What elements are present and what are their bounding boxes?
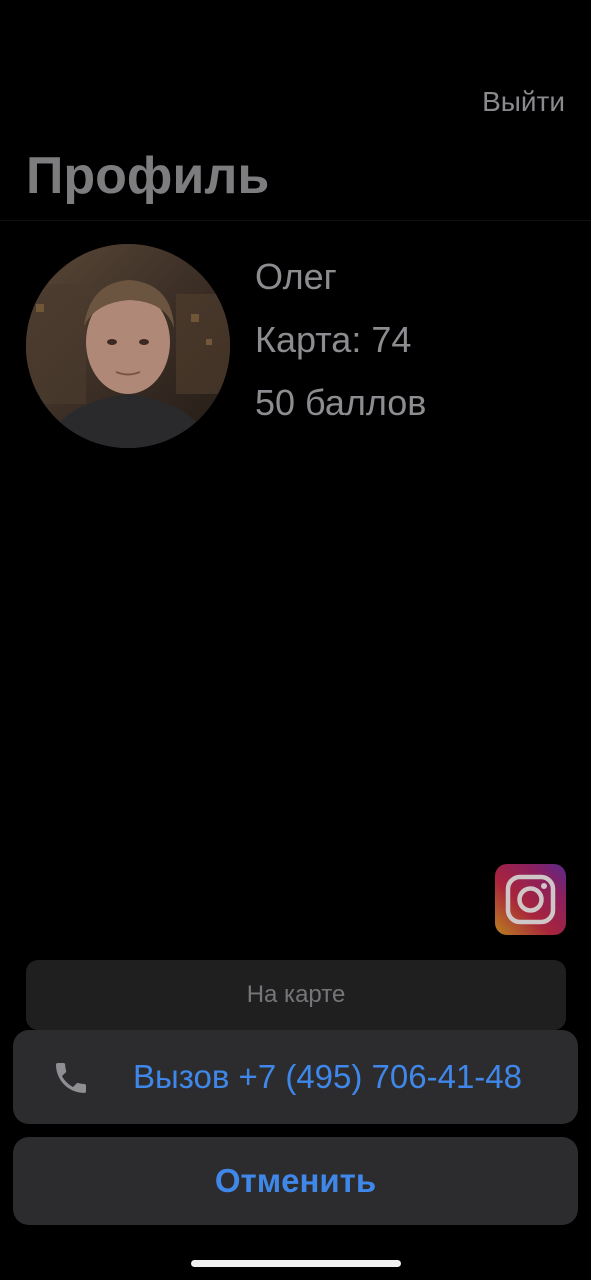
profile-points: 50 баллов bbox=[255, 382, 427, 423]
profile-card-number: Карта: 74 bbox=[255, 319, 412, 360]
instagram-icon[interactable] bbox=[495, 864, 566, 935]
call-label: Вызов +7 (495) 706-41-48 bbox=[133, 1058, 522, 1095]
cancel-button[interactable]: Отменить bbox=[13, 1137, 578, 1225]
logout-button[interactable]: Выйти bbox=[482, 86, 565, 118]
profile-name: Олег bbox=[255, 256, 337, 297]
header-divider bbox=[0, 220, 591, 221]
home-indicator[interactable] bbox=[191, 1260, 401, 1267]
avatar-photo bbox=[26, 244, 230, 448]
profile-info: Олег Карта: 74 50 баллов bbox=[255, 254, 426, 443]
page-title: Профиль bbox=[26, 147, 270, 205]
phone-icon bbox=[56, 1063, 86, 1093]
show-on-map-button[interactable]: На карте bbox=[26, 960, 566, 1030]
profile-screen: Выйти Профиль Олег Карта: 74 50 баллов Н… bbox=[0, 0, 591, 1280]
call-button[interactable]: Вызов +7 (495) 706-41-48 bbox=[13, 1030, 578, 1124]
avatar bbox=[26, 244, 230, 448]
instagram-glyph bbox=[495, 864, 566, 935]
